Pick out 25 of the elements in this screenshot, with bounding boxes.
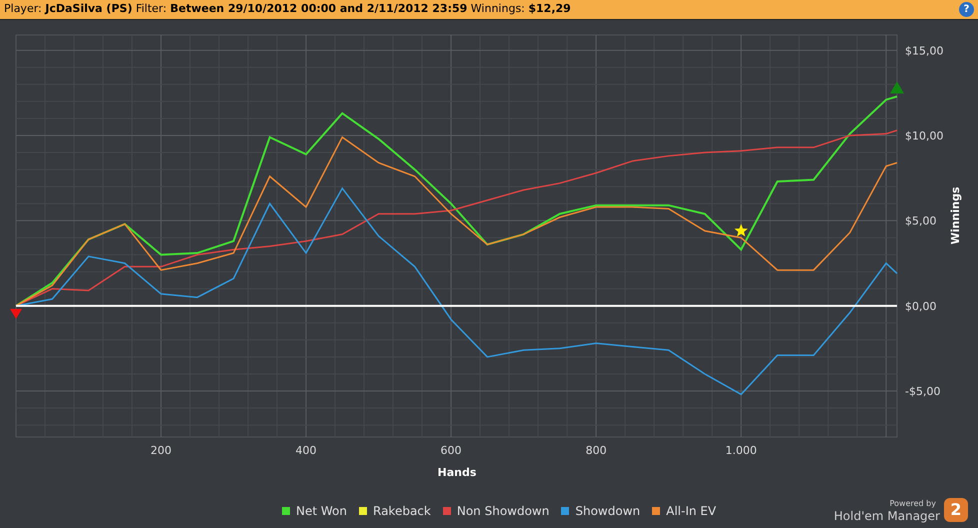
x-axis-title: Hands — [438, 466, 476, 479]
peak-marker-icon — [890, 82, 904, 94]
x-tick-label: 600 — [440, 444, 462, 457]
legend-label: Showdown — [575, 503, 640, 520]
powered-by-label: Powered by — [890, 500, 936, 508]
y-tick-label: $15,00 — [905, 44, 944, 58]
legend-label: Non Showdown — [456, 503, 550, 520]
start-marker-icon — [10, 308, 22, 319]
filter-summary: Player: JcDaSilva (PS) Filter: Between 29/10/2012 00:00 and 2/11/2012 23:59 Winnings: $12,29 — [4, 1, 571, 18]
y-axis-title: Winnings — [949, 186, 962, 244]
product-name: Hold'em Manager — [834, 510, 940, 522]
legend-label: Rakeback — [373, 503, 431, 520]
legend-label: Net Won — [296, 503, 347, 520]
y-tick-label: $5,00 — [905, 214, 936, 228]
x-tick-label: 400 — [296, 444, 317, 457]
x-tick-label: 1.000 — [725, 444, 757, 457]
x-tick-label: 800 — [586, 444, 607, 457]
y-tick-label: $0,00 — [905, 300, 936, 313]
x-tick-label: 200 — [150, 444, 172, 457]
logo-badge: 2 — [944, 498, 968, 522]
y-tick-label: $10,00 — [905, 130, 944, 142]
help-button[interactable]: ? — [959, 2, 974, 17]
star-icon — [734, 224, 748, 237]
legend-label: All-In EV — [666, 503, 716, 520]
y-tick-label: -$5,00 — [905, 385, 940, 398]
